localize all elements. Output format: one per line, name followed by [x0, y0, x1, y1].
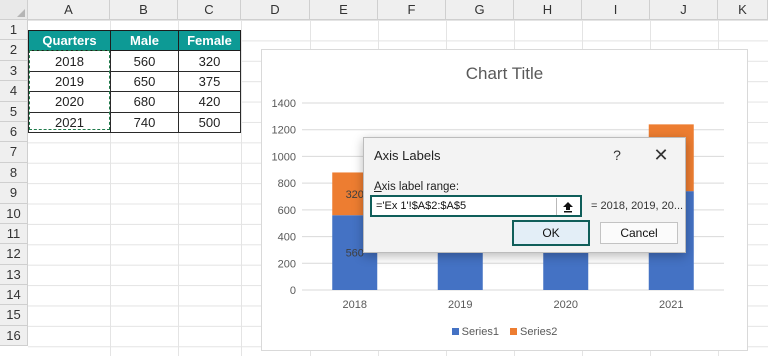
legend-label: Series2 — [520, 325, 558, 338]
table-cell[interactable]: 2019 — [28, 70, 111, 93]
access-key-letter: A — [374, 181, 382, 193]
table-cell[interactable]: 500 — [178, 111, 241, 133]
x-tick-label: 2021 — [659, 299, 683, 311]
row-headers: 1 2 3 4 5 6 7 8 9 10 11 12 13 14 15 16 — [0, 20, 28, 347]
table-cell[interactable]: 375 — [178, 70, 241, 93]
axis-labels-dialog: Axis Labels ? ✕ Axis label range: = 2018… — [363, 137, 686, 253]
y-tick-label: 1200 — [272, 125, 296, 137]
column-header-a[interactable]: A — [28, 0, 110, 20]
row-header[interactable]: 5 — [0, 101, 28, 122]
table-cell[interactable]: 2018 — [28, 50, 111, 72]
column-header-j[interactable]: J — [650, 0, 718, 20]
row-header[interactable]: 6 — [0, 121, 28, 143]
axis-label-range-label: Axis label range: — [374, 181, 459, 193]
chart-legend[interactable]: Series1 Series2 — [262, 326, 747, 339]
y-tick-label: 1400 — [272, 98, 296, 110]
data-table: Quarters Male Female 2018 560 320 2019 6… — [28, 29, 241, 133]
y-tick-label: 0 — [290, 285, 296, 297]
cancel-button[interactable]: Cancel — [600, 222, 678, 244]
column-header-h[interactable]: H — [514, 0, 582, 20]
row-header[interactable]: 4 — [0, 81, 28, 102]
table-header-row: Quarters Male Female — [28, 29, 241, 52]
legend-item-series2: Series2 — [510, 326, 557, 338]
table-cell[interactable]: 2020 — [28, 91, 111, 113]
select-all-corner[interactable] — [0, 0, 28, 20]
label-text: xis label range: — [381, 181, 460, 193]
table-row: 2018 560 320 — [28, 50, 241, 72]
column-header-g[interactable]: G — [446, 0, 514, 20]
x-tick-label: 2019 — [448, 299, 472, 311]
column-header-e[interactable]: E — [310, 0, 378, 20]
header-cell-male[interactable]: Male — [110, 29, 179, 52]
table-row: 2020 680 420 — [28, 91, 241, 113]
data-label: 320 — [346, 189, 364, 201]
row-header[interactable]: 10 — [0, 203, 28, 224]
help-icon[interactable]: ? — [608, 145, 626, 165]
table-cell[interactable]: 560 — [110, 50, 179, 72]
row-header[interactable]: 13 — [0, 264, 28, 286]
table-cell[interactable]: 740 — [110, 111, 179, 133]
row-header[interactable]: 3 — [0, 60, 28, 82]
upload-arrow-icon — [562, 201, 573, 212]
legend-swatch — [510, 328, 518, 335]
table-row: 2021 740 500 — [28, 111, 241, 133]
row-header[interactable]: 14 — [0, 285, 28, 306]
y-tick-label: 400 — [278, 232, 296, 244]
column-header-i[interactable]: I — [582, 0, 650, 20]
row-header[interactable]: 15 — [0, 305, 28, 326]
dialog-title: Axis Labels — [374, 148, 441, 163]
legend-swatch — [451, 328, 459, 335]
data-label: 560 — [346, 248, 364, 260]
axis-label-range-input[interactable] — [370, 195, 582, 217]
x-tick-label: 2018 — [343, 299, 367, 311]
table-row: 2019 650 375 — [28, 70, 241, 93]
column-header-c[interactable]: C — [178, 0, 241, 20]
row-header[interactable]: 9 — [0, 183, 28, 204]
legend-label: Series1 — [461, 325, 499, 338]
grid-line — [241, 20, 242, 356]
y-tick-label: 1000 — [272, 151, 296, 163]
x-tick-label: 2020 — [554, 299, 578, 311]
y-tick-label: 600 — [278, 205, 296, 217]
close-icon[interactable]: ✕ — [650, 144, 672, 166]
row-header[interactable]: 1 — [0, 20, 28, 41]
row-header[interactable]: 7 — [0, 142, 28, 163]
legend-item-series1: Series1 — [451, 325, 499, 338]
table-cell[interactable]: 2021 — [28, 111, 111, 133]
row-header[interactable]: 12 — [0, 244, 28, 265]
header-cell-quarters[interactable]: Quarters — [28, 29, 111, 52]
row-header[interactable]: 11 — [0, 223, 28, 245]
column-header-d[interactable]: D — [241, 0, 310, 20]
row-header[interactable]: 2 — [0, 40, 28, 61]
table-cell[interactable]: 420 — [178, 91, 241, 113]
ok-button[interactable]: OK — [512, 220, 590, 246]
table-cell[interactable]: 680 — [110, 91, 179, 113]
column-header-f[interactable]: F — [378, 0, 446, 20]
table-cell[interactable]: 320 — [178, 50, 241, 72]
row-header[interactable]: 8 — [0, 162, 28, 184]
collapse-dialog-button[interactable] — [556, 198, 578, 215]
column-headers: A B C D E F G H I J K — [28, 0, 768, 20]
column-header-k[interactable]: K — [718, 0, 768, 20]
y-tick-label: 200 — [278, 258, 296, 270]
y-tick-label: 800 — [278, 178, 296, 190]
table-cell[interactable]: 650 — [110, 70, 179, 93]
range-preview: = 2018, 2019, 20... — [591, 200, 684, 212]
row-header[interactable]: 16 — [0, 325, 28, 347]
column-header-b[interactable]: B — [110, 0, 178, 20]
header-cell-female[interactable]: Female — [178, 29, 241, 52]
